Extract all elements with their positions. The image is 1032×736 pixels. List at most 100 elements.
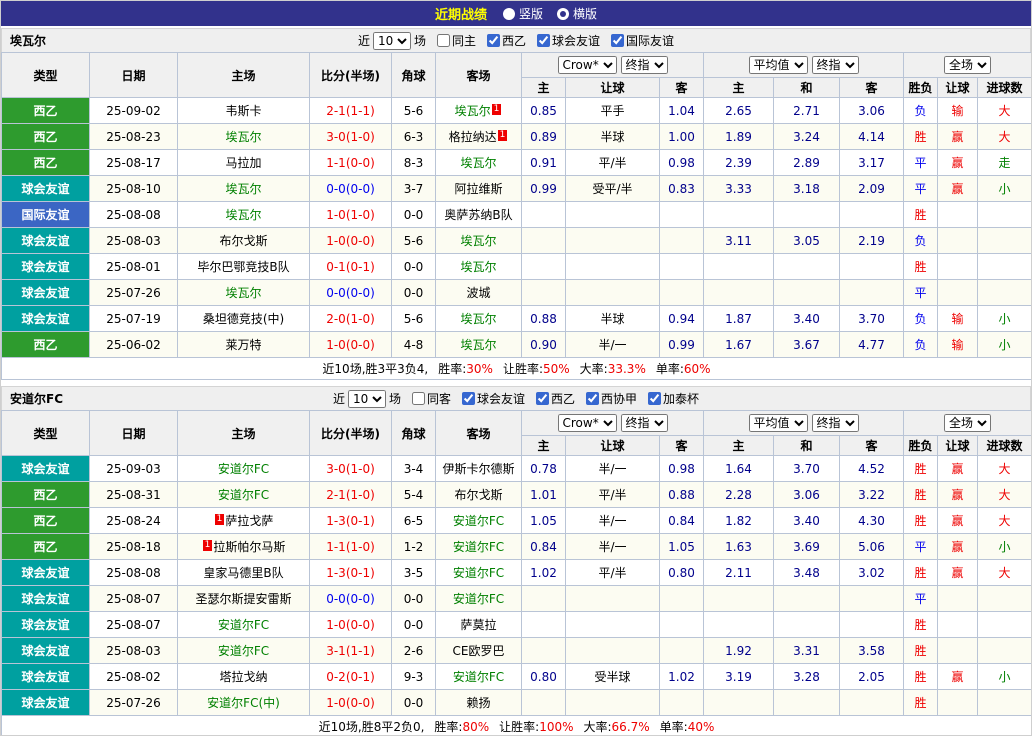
league-type-cell: 西乙 <box>1 123 90 150</box>
league-type-cell: 西乙 <box>1 507 90 534</box>
summary-row: 近10场,胜3平3负4, 胜率:30% 让胜率:50% 大率:33.3% 单率:60% <box>1 357 1031 380</box>
match-row: 球会友谊 25-08-02 塔拉戈纳 0-2(0-1) 9-3 安道尔FC 0.80 受半球 1… <box>1 663 1031 690</box>
column-header: 客场 <box>435 410 522 456</box>
filter-checkbox-intl-friendly[interactable]: 国际友谊 <box>611 32 674 49</box>
avg-stage-select[interactable]: 终指 <box>811 414 859 432</box>
filter-checkbox-club-friendly[interactable]: 球会友谊 <box>461 390 525 407</box>
checkbox-input[interactable] <box>536 392 549 405</box>
away-team-cell: 安道尔FC <box>435 559 522 586</box>
match-row: 球会友谊 25-07-19 桑坦德竞技(中) 2-0(1-0) 5-6 埃瓦尔 0.88 半球… <box>1 305 1031 332</box>
team-link: 埃瓦尔 <box>225 182 262 196</box>
checkbox-input[interactable] <box>537 34 551 47</box>
layout-radio-horizontal[interactable]: 横版 <box>557 5 597 22</box>
date-cell: 25-08-07 <box>89 611 178 638</box>
avg-odds-cell: 2.11 <box>703 559 774 586</box>
results-table: 类型 日期 主场 比分(半场) 角球 客场 Crow* 终指 平均值 终指 全场主让球客主和客胜负让… <box>1 410 1031 735</box>
recent-count-select[interactable]: 10 <box>372 31 411 50</box>
home-team-cell: 埃瓦尔 <box>177 279 310 306</box>
score-cell: 0-0(0-0) <box>309 585 392 612</box>
odds-cell: 0.98 <box>659 149 704 176</box>
outcome-cell: 胜 <box>903 611 938 638</box>
filter-suffix-label: 场 <box>388 392 401 406</box>
avg-odds-select[interactable]: 平均值 <box>748 414 808 432</box>
odds-cell: 0.89 <box>521 123 566 150</box>
fulltime-select[interactable]: 全场 <box>944 56 991 74</box>
corners-cell: 5-4 <box>391 481 436 508</box>
away-team-cell: 安道尔FC <box>435 663 522 690</box>
layout-radio-vertical[interactable]: 竖版 <box>502 5 543 22</box>
avg-odds-cell: 3.40 <box>773 507 840 534</box>
filter-checkbox-laliga2[interactable]: 西乙 <box>536 390 575 407</box>
filter-checkbox-same-home[interactable]: 同主 <box>436 32 476 49</box>
odds-cell <box>659 611 704 638</box>
checkbox-label: 球会友谊 <box>552 34 601 48</box>
odds-provider-select[interactable]: Crow* <box>557 56 617 74</box>
match-row: 球会友谊 25-09-03 安道尔FC 3-0(1-0) 3-4 伊斯卡尔德斯 0.78 半/… <box>1 455 1031 482</box>
date-cell: 25-08-08 <box>89 559 178 586</box>
odds-cell <box>521 585 566 612</box>
odds-cell: 0.80 <box>659 559 704 586</box>
checkbox-input[interactable] <box>648 392 662 405</box>
avg-stage-select[interactable]: 终指 <box>811 56 859 74</box>
team-link: 奥萨苏纳B队 <box>444 208 513 222</box>
checkbox-input[interactable] <box>411 392 425 405</box>
checkbox-input[interactable] <box>586 392 600 405</box>
match-row: 球会友谊 25-08-03 安道尔FC 3-1(1-1) 2-6 CE欧罗巴 1.92 3.3… <box>1 637 1031 664</box>
odds-cell <box>521 279 566 306</box>
checkbox-input[interactable] <box>487 34 500 47</box>
avg-odds-cell <box>839 279 904 306</box>
filter-checkbox-same-away[interactable]: 同客 <box>411 390 451 407</box>
avg-odds-cell: 3.67 <box>773 331 840 358</box>
team-link: 埃瓦尔 <box>460 234 497 248</box>
avg-odds-cell: 3.19 <box>703 663 774 690</box>
goals-result-cell <box>977 611 1031 638</box>
avg-odds-cell <box>703 689 774 716</box>
checkbox-input[interactable] <box>436 34 450 47</box>
odds-cell: 0.98 <box>659 455 704 482</box>
score-cell: 2-0(1-0) <box>309 305 392 332</box>
summary-cell: 近10场,胜8平2负0, 胜率:80% 让胜率:100% 大率:66.7% 单率:40% <box>1 715 1031 735</box>
recent-count-select[interactable]: 10 <box>347 389 386 408</box>
avg-odds-select[interactable]: 平均值 <box>748 56 808 74</box>
filter-checkbox-laliga2[interactable]: 西乙 <box>487 32 526 49</box>
avg-odds-cell: 3.06 <box>839 97 904 124</box>
odds-cell: 0.83 <box>659 175 704 202</box>
avg-odds-cell <box>773 253 840 280</box>
home-team-cell: 埃瓦尔 <box>177 201 310 228</box>
odds-cell: 0.99 <box>521 175 566 202</box>
avg-odds-cell: 3.31 <box>773 637 840 664</box>
filter-checkbox-catalonia-cup[interactable]: 加泰杯 <box>648 390 699 407</box>
away-team-cell: 布尔戈斯 <box>435 481 522 508</box>
odds-provider-select[interactable]: Crow* <box>557 414 617 432</box>
column-header: 主场 <box>177 410 310 456</box>
handicap-result-cell <box>937 637 978 664</box>
column-header: 客 <box>659 435 704 456</box>
match-row: 球会友谊 25-07-26 埃瓦尔 0-0(0-0) 0-0 波城 平 <box>1 279 1031 306</box>
checkbox-input[interactable] <box>611 34 625 47</box>
team-link: 安道尔FC <box>452 592 505 606</box>
checkbox-input[interactable] <box>461 392 475 405</box>
odds-cell: 1.05 <box>659 533 704 560</box>
odds-cell <box>521 253 566 280</box>
odds-stage-select[interactable]: 终指 <box>620 56 668 74</box>
radio-button-icon <box>502 7 515 20</box>
outcome-cell: 胜 <box>903 123 938 150</box>
avg-odds-cell: 5.06 <box>839 533 904 560</box>
summary-cell: 近10场,胜3平3负4, 胜率:30% 让胜率:50% 大率:33.3% 单率:60% <box>1 357 1031 380</box>
league-type-cell: 球会友谊 <box>1 305 90 332</box>
team-link: 埃瓦尔 <box>460 260 497 274</box>
stat-label: 单率: <box>655 362 684 376</box>
league-type-cell: 球会友谊 <box>1 227 90 254</box>
avg-odds-cell: 1.64 <box>703 455 774 482</box>
filter-checkbox-club-friendly[interactable]: 球会友谊 <box>537 32 600 49</box>
radio-button-icon <box>557 7 569 20</box>
column-header: 类型 <box>1 410 90 456</box>
odds-stage-select[interactable]: 终指 <box>620 414 668 432</box>
fulltime-select[interactable]: 全场 <box>944 414 991 432</box>
filter-checkbox-primera-federacion[interactable]: 西协甲 <box>586 390 637 407</box>
date-cell: 25-08-02 <box>89 663 178 690</box>
section-header-bar: 安道尔FC 近 10 场 同客 球会友谊 西乙 西协甲 加泰杯 <box>1 386 1031 410</box>
away-team-cell: 波城 <box>435 279 522 306</box>
column-header: 主 <box>703 77 774 98</box>
red-card-badge: 1 <box>202 540 213 551</box>
